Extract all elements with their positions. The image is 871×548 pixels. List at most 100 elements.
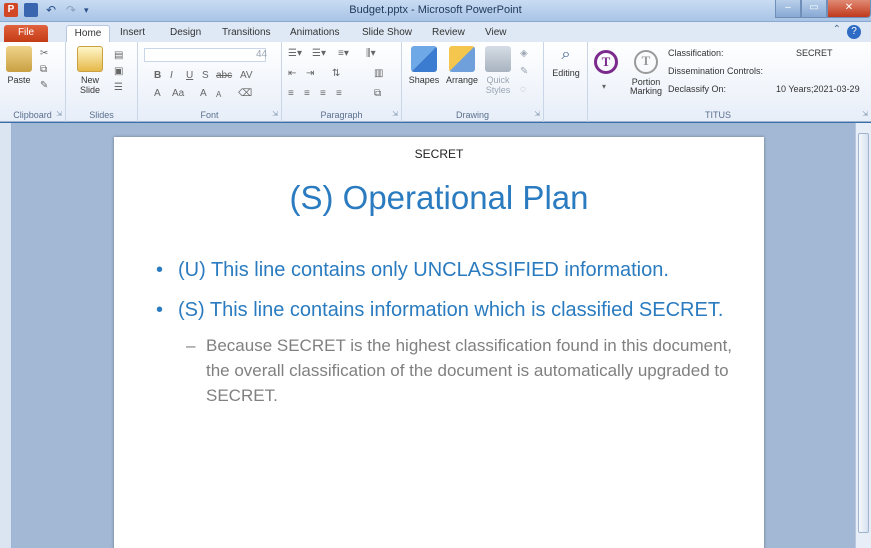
bullet-item[interactable]: (U) This line contains only UNCLASSIFIED… [154, 255, 754, 285]
char-spacing-icon[interactable]: AV [240, 70, 253, 81]
quick-styles-icon [485, 46, 511, 72]
columns-icon[interactable]: ⫼▾ [366, 48, 376, 59]
font-color-icon[interactable]: A [154, 88, 161, 99]
help-icon[interactable]: ? [847, 25, 861, 39]
tab-insert[interactable]: Insert [120, 25, 145, 42]
slide-editing-area: SECRET (S) Operational Plan (U) This lin… [0, 123, 871, 548]
shape-outline-icon[interactable]: ✎ [520, 66, 528, 77]
format-painter-icon[interactable]: ✎ [40, 80, 48, 91]
bullet-item[interactable]: (S) This line contains information which… [154, 295, 754, 325]
clipboard-launcher-icon[interactable]: ⇲ [56, 110, 62, 118]
tab-design[interactable]: Design [170, 25, 201, 42]
shrink-font-icon[interactable]: A [216, 90, 221, 99]
minimize-button[interactable]: – [775, 0, 801, 18]
dash-bullet-icon: – [186, 336, 196, 355]
titus-launcher-icon[interactable]: ⇲ [862, 110, 868, 118]
shapes-icon [411, 46, 437, 72]
drawing-launcher-icon[interactable]: ⇲ [534, 110, 540, 118]
italic-icon[interactable]: I [170, 70, 173, 81]
change-case-icon[interactable]: Aa [172, 88, 184, 99]
paragraph-launcher-icon[interactable]: ⇲ [392, 110, 398, 118]
window-title: Budget.pptx - Microsoft PowerPoint [349, 4, 522, 16]
window-controls: – ▭ ✕ [775, 0, 871, 18]
slides-group: New Slide ▤ ▣ ☰ Slides [66, 42, 138, 122]
titus-dropdown-chevron-icon[interactable]: ▾ [602, 82, 606, 91]
tab-review[interactable]: Review [432, 25, 465, 42]
paragraph-group-label: Paragraph [320, 110, 363, 120]
tab-view[interactable]: View [485, 25, 507, 42]
align-left-icon[interactable]: ≡ [288, 88, 294, 99]
bullets-icon[interactable]: ☰▾ [288, 48, 302, 59]
copy-icon[interactable]: ⧉ [40, 64, 47, 75]
close-button[interactable]: ✕ [827, 0, 871, 18]
tab-home[interactable]: Home [66, 25, 110, 42]
dissemination-controls-label: Dissemination Controls: [668, 66, 764, 76]
align-right-icon[interactable]: ≡ [320, 88, 326, 99]
titus-classify-icon[interactable]: T [594, 50, 618, 74]
underline-icon[interactable]: U [186, 70, 193, 81]
numbering-icon[interactable]: ☰▾ [312, 48, 326, 59]
slide-canvas[interactable]: SECRET (S) Operational Plan (U) This lin… [114, 137, 764, 548]
new-slide-button[interactable]: New Slide [72, 46, 108, 95]
editing-button[interactable]: ⌕ Editing [548, 46, 584, 78]
portion-marking-button[interactable]: Portion Marking [624, 78, 668, 96]
declassify-on-label: Declassify On: [668, 84, 727, 94]
paste-icon [6, 46, 32, 72]
paste-button[interactable]: Paste [4, 46, 34, 85]
binoculars-icon: ⌕ [561, 46, 571, 63]
maximize-button[interactable]: ▭ [801, 0, 827, 18]
shape-fill-icon[interactable]: ◈ [520, 48, 528, 59]
clear-formatting-icon[interactable]: ⌫ [238, 88, 252, 99]
editing-group: ⌕ Editing [544, 42, 588, 122]
paragraph-group: ☰▾ ☰▾ ≡▾ ⫼▾ ⇤ ⇥ ⇅ ≡ ≡ ≡ ≡ ▥ ⧉ Paragraph … [282, 42, 402, 122]
ribbon-tabs: File Home Insert Design Transitions Anim… [0, 22, 871, 42]
align-text-icon[interactable]: ▥ [374, 68, 383, 79]
ribbon: Paste ✂ ⧉ ✎ Clipboard ⇲ New Slide ▤ ▣ ☰ … [0, 42, 871, 122]
tab-slide-show[interactable]: Slide Show [362, 25, 412, 42]
shapes-button[interactable]: Shapes [406, 46, 442, 85]
sub-bullet-text: Because SECRET is the highest classifica… [206, 336, 733, 405]
line-spacing-icon[interactable]: ≡▾ [338, 48, 349, 59]
font-launcher-icon[interactable]: ⇲ [272, 110, 278, 118]
text-direction-icon[interactable]: ⇅ [332, 68, 340, 79]
slide-title[interactable]: (S) Operational Plan [114, 179, 764, 217]
titus-group-label: TITUS [705, 110, 731, 120]
tab-transitions[interactable]: Transitions [222, 25, 271, 42]
reset-icon[interactable]: ▣ [114, 66, 123, 77]
font-group-label: Font [200, 110, 219, 120]
shape-effects-icon[interactable]: ◌ [520, 84, 526, 95]
cut-icon[interactable]: ✂ [40, 48, 48, 59]
scrollbar-thumb[interactable] [858, 133, 869, 533]
slides-group-label: Slides [89, 110, 114, 120]
shadow-icon[interactable]: S [202, 70, 209, 81]
portion-marking-icon[interactable]: T [634, 50, 658, 74]
classification-value[interactable]: SECRET [796, 48, 833, 58]
font-group: 44 B I U S abc AV A Aa A A ⌫ Font ⇲ [138, 42, 282, 122]
increase-indent-icon[interactable]: ⇥ [306, 68, 314, 79]
strikethrough-icon[interactable]: abc [216, 70, 232, 81]
tab-animations[interactable]: Animations [290, 25, 339, 42]
decrease-indent-icon[interactable]: ⇤ [288, 68, 296, 79]
font-name-field[interactable] [144, 48, 266, 62]
slide-pane-edge[interactable] [0, 123, 12, 548]
grow-font-icon[interactable]: A [200, 88, 207, 99]
drawing-group: Shapes Arrange Quick Styles ◈ ✎ ◌ Drawin… [402, 42, 544, 122]
smartart-icon[interactable]: ⧉ [374, 88, 381, 99]
classification-banner[interactable]: SECRET [114, 147, 764, 161]
minimize-ribbon-icon[interactable]: ⌃ [833, 24, 841, 35]
arrange-button[interactable]: Arrange [442, 46, 482, 85]
arrange-icon [449, 46, 475, 72]
layout-icon[interactable]: ▤ [114, 50, 123, 61]
align-center-icon[interactable]: ≡ [304, 88, 310, 99]
new-slide-icon [77, 46, 103, 72]
tab-file[interactable]: File [4, 25, 48, 42]
vertical-scrollbar[interactable] [855, 123, 871, 548]
bold-icon[interactable]: B [154, 70, 161, 81]
sub-bullet-item[interactable]: – Because SECRET is the highest classifi… [154, 333, 754, 408]
quick-styles-button[interactable]: Quick Styles [482, 46, 514, 95]
font-size-field[interactable]: 44 [256, 49, 267, 60]
declassify-on-value[interactable]: 10 Years;2021-03-29 [776, 84, 860, 94]
justify-icon[interactable]: ≡ [336, 88, 342, 99]
slide-body[interactable]: (U) This line contains only UNCLASSIFIED… [154, 255, 754, 408]
section-icon[interactable]: ☰ [114, 82, 123, 93]
